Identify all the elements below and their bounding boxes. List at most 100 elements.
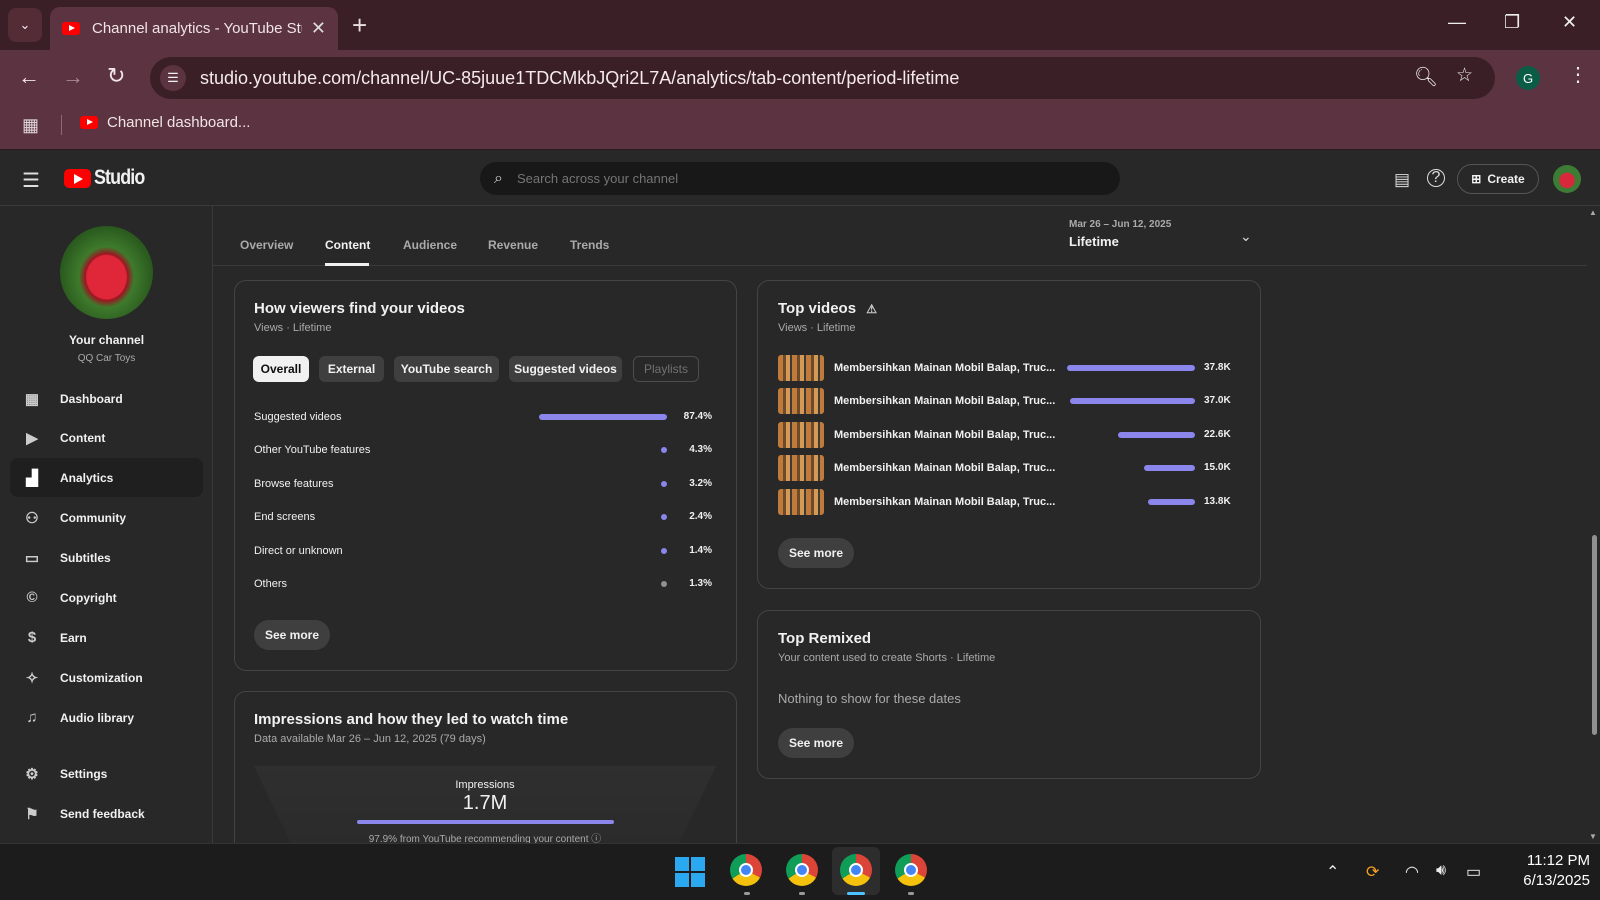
chrome-icon[interactable] [730, 854, 762, 886]
tab-audience[interactable]: Audience [403, 238, 457, 252]
zoom-icon[interactable]: 🔍︎ [1414, 65, 1438, 89]
traffic-source-label: Others [254, 578, 288, 590]
battery-icon[interactable]: ▭ [1466, 862, 1481, 882]
minimize-icon[interactable]: — [1448, 12, 1466, 33]
chip-overall[interactable]: Overall [253, 356, 309, 382]
video-thumbnail[interactable] [778, 355, 824, 381]
forward-icon[interactable]: → [62, 64, 84, 90]
warning-icon[interactable]: ⚠ [866, 302, 877, 316]
video-title[interactable]: Membersihkan Mainan Mobil Balap, Truc... [834, 395, 1055, 407]
scrollbar[interactable] [1588, 206, 1600, 843]
video-thumbnail[interactable] [778, 422, 824, 448]
card-subtitle: Your content used to create Shorts · Lif… [778, 652, 996, 664]
clock-date[interactable]: 6/13/2025 [1498, 872, 1590, 889]
messages-icon[interactable]: ▤ [1394, 170, 1410, 190]
sidebar-item-content[interactable]: ▶ Content [10, 418, 203, 457]
sidebar-item-label: Dashboard [60, 391, 123, 406]
sidebar-item-dashboard[interactable]: ▦ Dashboard [10, 379, 203, 418]
more-vert-icon[interactable]: ⋮ [1568, 62, 1588, 87]
window-close-icon[interactable]: ✕ [1562, 12, 1577, 33]
video-views-value: 37.8K [1204, 362, 1231, 373]
chevron-down-icon[interactable]: ⌄ [1240, 228, 1252, 245]
chip-playlists[interactable]: Playlists [633, 356, 699, 382]
site-info-icon[interactable]: ☰ [160, 65, 186, 91]
traffic-source-bar [661, 447, 667, 453]
scrollbar-thumb[interactable] [1592, 535, 1597, 735]
search-bar[interactable]: ⌕ [480, 162, 1120, 195]
volume-icon[interactable]: 🔊︎ [1436, 862, 1446, 880]
help-icon[interactable]: ? [1427, 169, 1445, 187]
video-title[interactable]: Membersihkan Mainan Mobil Balap, Truc... [834, 496, 1055, 508]
tab-search-button[interactable]: ⌄ [8, 8, 42, 42]
close-icon[interactable]: ✕ [311, 18, 326, 39]
star-icon[interactable]: ☆ [1456, 64, 1473, 87]
top-video-row[interactable]: Membersihkan Mainan Mobil Balap, Truc...… [778, 455, 1236, 481]
browser-tab[interactable]: Channel analytics - YouTube Studio ✕ [50, 7, 338, 50]
sidebar-item-customization[interactable]: ✧ Customization [10, 658, 203, 697]
tab-revenue[interactable]: Revenue [488, 238, 538, 252]
back-icon[interactable]: ← [18, 64, 40, 90]
sidebar-item-subtitles[interactable]: ▭ Subtitles [10, 538, 203, 577]
sidebar-item-settings[interactable]: ⚙ Settings [10, 754, 203, 793]
channel-avatar[interactable] [60, 226, 153, 319]
chip-suggested-videos[interactable]: Suggested videos [509, 356, 622, 382]
sidebar-item-label: Settings [60, 766, 108, 781]
chevron-up-icon[interactable]: ⌃ [1326, 862, 1339, 882]
sidebar-item-send-feedback[interactable]: ⚑ Send feedback [10, 794, 203, 833]
bookmark-channel-dashboard[interactable]: Channel dashboard... [80, 114, 250, 131]
period-selector[interactable]: Lifetime [1069, 234, 1119, 249]
see-more-button[interactable]: See more [778, 538, 854, 568]
period-range[interactable]: Mar 26 – Jun 12, 2025 [1069, 219, 1171, 230]
omnibox[interactable]: ☰ studio.youtube.com/channel/UC-85juue1T… [150, 57, 1495, 99]
video-views-bar [1118, 432, 1195, 438]
menu-icon[interactable]: ☰ [22, 168, 40, 193]
chip-youtube-search[interactable]: YouTube search [394, 356, 499, 382]
sidebar-item-copyright[interactable]: © Copyright [10, 578, 203, 617]
tab-overview[interactable]: Overview [240, 238, 293, 252]
windows-start-icon[interactable] [675, 857, 705, 887]
account-avatar[interactable] [1553, 165, 1581, 193]
top-video-row[interactable]: Membersihkan Mainan Mobil Balap, Truc...… [778, 388, 1236, 414]
apps-grid-icon[interactable]: ▦ [22, 115, 39, 136]
scroll-up-icon[interactable]: ▲ [1589, 208, 1597, 217]
chrome-icon[interactable] [840, 854, 872, 886]
top-video-row[interactable]: Membersihkan Mainan Mobil Balap, Truc...… [778, 355, 1236, 381]
video-thumbnail[interactable] [778, 455, 824, 481]
top-video-row[interactable]: Membersihkan Mainan Mobil Balap, Truc...… [778, 489, 1236, 515]
copyright-icon: © [26, 589, 38, 606]
chip-external[interactable]: External [319, 356, 384, 382]
tab-content[interactable]: Content [325, 238, 370, 252]
taskbar-indicator [744, 892, 750, 895]
impressions-bar [357, 820, 614, 824]
scroll-down-icon[interactable]: ▼ [1589, 832, 1597, 841]
sync-icon[interactable]: ⟳ [1366, 862, 1379, 882]
search-input[interactable] [516, 171, 1077, 186]
sidebar-item-earn[interactable]: $ Earn [10, 618, 203, 657]
card-title: Top videos ⚠ [778, 300, 877, 317]
wifi-icon[interactable]: ◠ [1405, 862, 1419, 882]
chrome-icon[interactable] [786, 854, 818, 886]
sidebar-item-community[interactable]: ⚇ Community [10, 498, 203, 537]
see-more-button[interactable]: See more [254, 620, 330, 650]
chrome-icon[interactable] [895, 854, 927, 886]
sidebar-item-analytics[interactable]: ▟ Analytics [10, 458, 203, 497]
video-thumbnail[interactable] [778, 489, 824, 515]
video-thumbnail[interactable] [778, 388, 824, 414]
video-title[interactable]: Membersihkan Mainan Mobil Balap, Truc... [834, 362, 1055, 374]
new-tab-button[interactable]: + [352, 10, 367, 40]
create-button[interactable]: ⊞ Create [1457, 164, 1539, 194]
restore-icon[interactable]: ❐ [1504, 12, 1520, 33]
audio-library-icon: ♫ [26, 709, 38, 726]
top-video-row[interactable]: Membersihkan Mainan Mobil Balap, Truc...… [778, 422, 1236, 448]
tab-trends[interactable]: Trends [570, 238, 609, 252]
see-more-button[interactable]: See more [778, 728, 854, 758]
gear-icon: ⚙ [25, 765, 39, 783]
sidebar-item-audio-library[interactable]: ♫ Audio library [10, 698, 203, 737]
reload-icon[interactable]: ↻ [107, 63, 125, 89]
traffic-source-label: Suggested videos [254, 411, 342, 423]
video-title[interactable]: Membersihkan Mainan Mobil Balap, Truc... [834, 429, 1055, 441]
studio-logo[interactable]: Studio [64, 166, 153, 190]
video-title[interactable]: Membersihkan Mainan Mobil Balap, Truc... [834, 462, 1055, 474]
clock-time[interactable]: 11:12 PM [1498, 852, 1590, 869]
profile-avatar[interactable]: G [1516, 66, 1540, 90]
